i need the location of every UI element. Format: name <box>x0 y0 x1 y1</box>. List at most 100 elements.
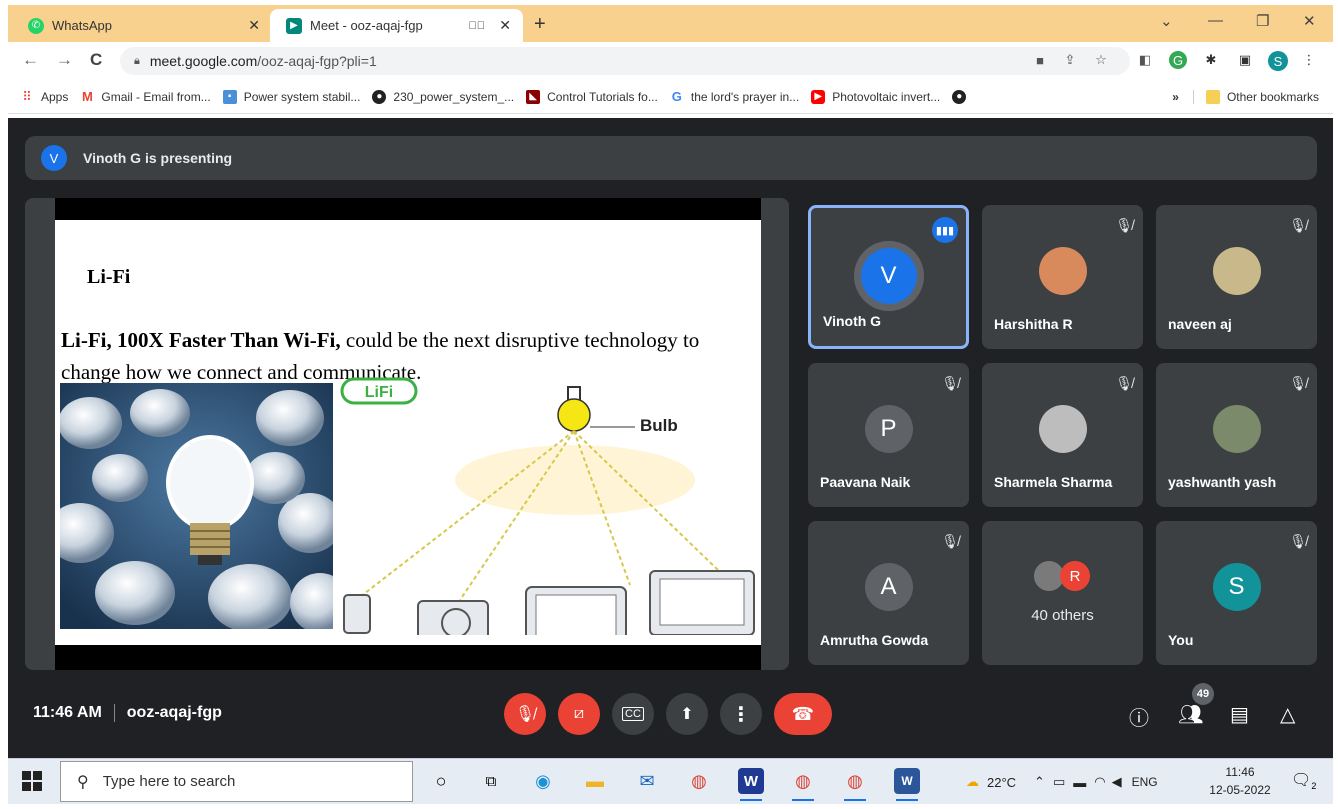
folder-icon <box>1205 89 1220 104</box>
close-window-icon[interactable]: ✕ <box>1303 12 1316 30</box>
chevron-down-icon[interactable]: ⌄ <box>1160 12 1173 30</box>
apps-grid-icon: ⠿ <box>22 88 32 104</box>
people-icon[interactable]: 👥︎ <box>1178 702 1203 727</box>
side-panel-icon[interactable]: ▣ <box>1236 51 1254 69</box>
browser-tab-strip: ✆ WhatsApp ✕ ▶ Meet - ooz-aqaj-fgp ◀ﾞ ✕ … <box>8 5 1333 42</box>
bookmark-gmail[interactable]: M Gmail - Email from... <box>80 89 211 104</box>
bookmark-github-2[interactable]: ● <box>952 89 973 104</box>
puzzle-icon[interactable]: ✱ <box>1202 51 1220 69</box>
presentation-stage[interactable]: Li-Fi Li-Fi, 100X Faster Than Wi-Fi, cou… <box>25 198 789 670</box>
mail-icon[interactable]: ✉ <box>634 768 660 794</box>
webex-icon[interactable]: W <box>738 768 764 801</box>
chrome-icon[interactable]: ◍ <box>686 768 712 794</box>
edge-icon[interactable]: ◉ <box>530 768 556 794</box>
new-tab-icon[interactable]: + <box>534 13 546 36</box>
participant-tile[interactable]: 🎙︎̸ P Paavana Naik <box>808 363 969 507</box>
camera-toggle-button[interactable]: ⧄ <box>558 693 600 735</box>
minimize-icon[interactable]: — <box>1208 12 1223 29</box>
bookmark-github[interactable]: ● 230_power_system_... <box>372 89 514 104</box>
chevron-up-icon[interactable]: ⌃ <box>1034 774 1045 790</box>
more-bookmarks-button[interactable]: » <box>1172 90 1179 104</box>
temperature[interactable]: 22°C <box>987 775 1016 790</box>
file-explorer-icon[interactable]: ▬ <box>582 768 608 794</box>
avatar: P <box>864 405 913 453</box>
search-icon: ⚲ <box>77 773 89 791</box>
phone-icon <box>343 594 371 634</box>
tab-title: WhatsApp <box>52 18 112 33</box>
mic-off-icon: 🎙︎̸ <box>941 533 959 549</box>
participant-tile[interactable]: 🎙︎̸ A Amrutha Gowda <box>808 521 969 665</box>
participant-name: Amrutha Gowda <box>820 632 929 648</box>
hang-up-icon: ☎︎ <box>791 703 815 724</box>
github-icon: ● <box>372 89 387 104</box>
people-count-badge: 49 <box>1192 683 1214 705</box>
participant-tile[interactable]: 🎙︎̸ naveen aj <box>1156 205 1317 349</box>
windows-taskbar: ⚲ Type here to search ○ ⧉ ◉ ▬ ✉ ◍ W ◍ ◍ … <box>8 758 1333 804</box>
leave-call-button[interactable]: ☎︎ <box>774 693 832 735</box>
bookmark-power-system[interactable]: ▪ Power system stabil... <box>222 89 360 104</box>
grammarly-icon[interactable]: G <box>1169 51 1187 69</box>
extension-icon[interactable]: ◧ <box>1136 51 1154 69</box>
bookmark-label: Control Tutorials fo... <box>547 89 658 104</box>
chat-icon[interactable]: ▤ <box>1230 702 1249 727</box>
volume-icon[interactable]: ◀︎ <box>1112 774 1122 790</box>
close-tab-icon[interactable]: ✕ <box>499 17 511 34</box>
restore-icon[interactable]: ❐ <box>1256 12 1269 30</box>
task-view-icon[interactable]: ⧉ <box>478 768 504 794</box>
participant-tile[interactable]: ▮▮▮ V Vinoth G <box>808 205 969 349</box>
chrome-profile-icon[interactable]: ◍ <box>842 768 868 801</box>
participant-tile[interactable]: 🎙︎̸ Harshitha R <box>982 205 1143 349</box>
bookmark-star-icon[interactable]: ☆ <box>1092 51 1110 69</box>
meeting-details-icon[interactable]: ⓘ <box>1129 702 1149 731</box>
taskbar-clock[interactable]: 11:46 12-05-2022 <box>1200 763 1280 799</box>
participant-tile[interactable]: 🎙︎̸ Sharmela Sharma <box>982 363 1143 507</box>
weather-icon[interactable]: ☁︎ <box>966 774 979 790</box>
back-icon[interactable]: ← <box>22 50 39 70</box>
camera-blocked-icon[interactable]: ■ <box>1031 51 1049 69</box>
taskbar-search-input[interactable]: ⚲ Type here to search <box>60 761 413 802</box>
participant-name: You <box>1168 632 1194 648</box>
input-language[interactable]: ENG <box>1132 775 1158 789</box>
wifi-icon[interactable]: ◠ <box>1094 774 1105 790</box>
mic-off-icon: 🎙︎̸ <box>1289 217 1307 233</box>
participant-tile[interactable]: 🎙︎̸ yashwanth yash <box>1156 363 1317 507</box>
meet-now-icon[interactable]: ▭ <box>1053 774 1065 790</box>
more-options-button[interactable]: ⋮ <box>720 693 762 735</box>
mic-off-icon: 🎙︎̸ <box>514 706 536 723</box>
share-icon[interactable]: ⇪ <box>1061 51 1079 69</box>
menu-kebab-icon[interactable]: ⋮ <box>1300 51 1318 69</box>
chrome-profile-icon[interactable]: ◍ <box>790 768 816 801</box>
bookmark-lords-prayer[interactable]: Gthe lord's prayer in... <box>670 89 799 104</box>
others-tile[interactable]: R 40 others <box>982 521 1143 665</box>
github-icon: ● <box>952 89 967 104</box>
notification-center-icon[interactable]: 🗨︎2 <box>1291 770 1316 791</box>
captions-button[interactable]: CC <box>612 693 654 735</box>
word-icon[interactable]: W <box>894 768 920 801</box>
present-button[interactable]: ⬆︎ <box>666 693 708 735</box>
lock-icon[interactable]: 🔒︎ <box>134 55 140 68</box>
reload-icon[interactable]: C <box>90 50 102 70</box>
microphone-toggle-button[interactable]: 🎙︎̸ <box>504 693 546 735</box>
bookmark-control-tutorials[interactable]: ◣ Control Tutorials fo... <box>526 89 658 104</box>
other-bookmarks[interactable]: Other bookmarks <box>1192 89 1319 104</box>
youtube-icon: ▶ <box>811 89 826 104</box>
speaking-indicator-icon: ▮▮▮ <box>932 217 958 243</box>
speaker-icon[interactable]: ◀ﾞ <box>469 20 486 32</box>
bookmark-photovoltaic[interactable]: ▶ Photovoltaic invert... <box>811 89 940 104</box>
bookmark-apps[interactable]: ⠿ Apps <box>20 88 68 104</box>
url-bar[interactable]: 🔒︎ meet.google.com/ooz-aqaj-fgp?pli=1 <box>120 47 1130 75</box>
windows-start-icon[interactable] <box>22 771 42 791</box>
activities-icon[interactable]: △ <box>1280 702 1295 727</box>
self-tile[interactable]: 🎙︎̸ S You <box>1156 521 1317 665</box>
battery-icon[interactable]: ▬ <box>1073 775 1086 790</box>
profile-avatar[interactable]: S <box>1268 51 1288 71</box>
meeting-time: 11:46 AM <box>33 704 102 721</box>
meet-window: V Vinoth G is presenting Li-Fi Li-Fi, 10… <box>8 118 1333 758</box>
tab-meet[interactable]: ▶ Meet - ooz-aqaj-fgp ◀ﾞ ✕ <box>270 9 523 42</box>
avatar-photo <box>1212 405 1261 453</box>
presenting-banner: V Vinoth G is presenting <box>25 136 1317 180</box>
tab-whatsapp[interactable]: ✆ WhatsApp ✕ <box>22 9 272 42</box>
close-tab-icon[interactable]: ✕ <box>248 17 260 34</box>
cortana-icon[interactable]: ○ <box>428 768 454 794</box>
forward-icon[interactable]: → <box>56 50 73 70</box>
